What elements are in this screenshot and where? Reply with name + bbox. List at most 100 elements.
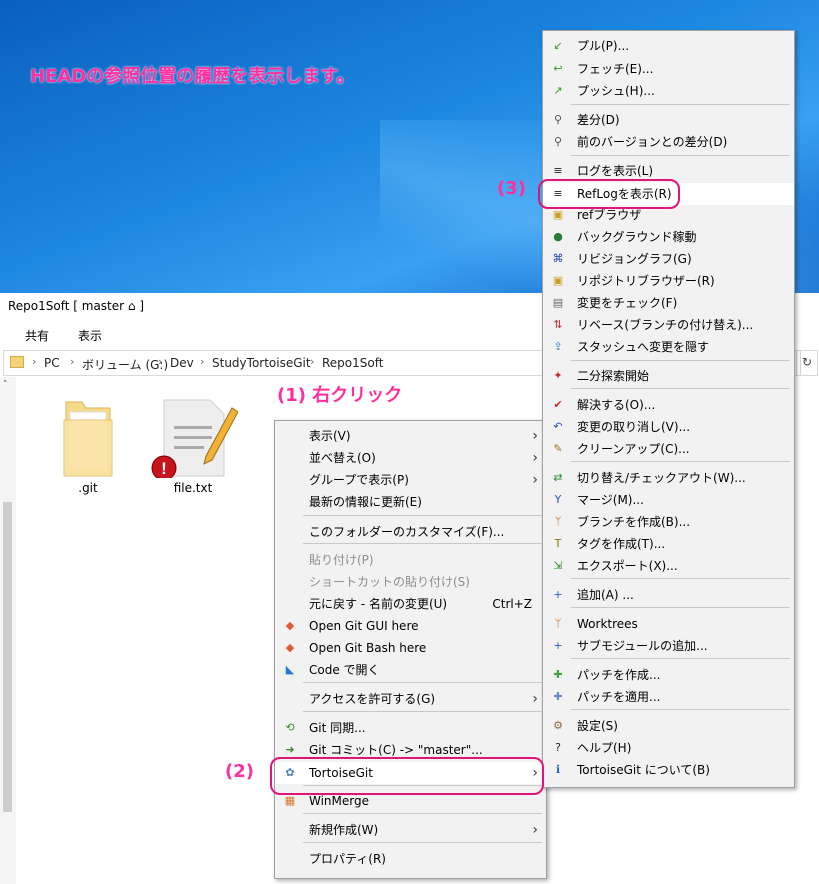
navigation-pane: ˄ bbox=[0, 377, 16, 884]
repo-browser-icon: ▣ bbox=[552, 274, 564, 287]
tortoisegit-menu-item-g[interactable]: ⌘ リビジョングラフ(G) bbox=[543, 248, 794, 270]
breadcrumb-dev[interactable]: Dev bbox=[170, 356, 194, 370]
tortoisegit-menu-item-f[interactable]: ▤ 変更をチェック(F) bbox=[543, 292, 794, 314]
tortoisegit-menu-item-13[interactable]: ⇪ スタッシュへ変更を隠す bbox=[543, 336, 794, 358]
tortoisegit-menu-item-14[interactable]: ✦ 二分探索開始 bbox=[543, 365, 794, 387]
fetch-icon: ↩ bbox=[553, 62, 563, 75]
menu-item-label: 表示(V) bbox=[309, 429, 351, 443]
context-menu-item-r[interactable]: プロパティ(R) bbox=[275, 848, 546, 870]
tortoisegit-menu-item-t[interactable]: T タグを作成(T)... bbox=[543, 533, 794, 555]
log-icon: ≡ bbox=[553, 164, 563, 177]
ribbon-tab-view[interactable]: 表示 bbox=[78, 327, 102, 344]
context-menu-item-u[interactable]: 元に戻す - 名前の変更(U) Ctrl+Z bbox=[275, 593, 546, 615]
context-menu-item-open-git-gui-here[interactable]: ◆ Open Git GUI here bbox=[275, 615, 546, 637]
menu-item-label: 前のバージョンとの差分(D) bbox=[577, 135, 728, 149]
scroll-up-icon[interactable]: ˄ bbox=[3, 380, 8, 390]
tortoisegit-menu-item-a[interactable]: + 追加(A) ... bbox=[543, 584, 794, 606]
annotation-step2: (2) bbox=[225, 761, 254, 782]
context-menu-item-e[interactable]: 最新の情報に更新(E) bbox=[275, 491, 546, 513]
tortoisegit-menu-item-c[interactable]: ✎ クリーンアップ(C)... bbox=[543, 438, 794, 460]
chevron-right-icon: › bbox=[532, 450, 538, 466]
folder-icon bbox=[10, 356, 24, 368]
menu-item-label: ショートカットの貼り付け(S) bbox=[309, 575, 470, 589]
menu-item-label: フェッチ(E)... bbox=[577, 62, 654, 76]
menu-item-label: パッチを適用... bbox=[577, 690, 661, 704]
annotation-step1: (1) 右クリック bbox=[277, 385, 403, 406]
chevron-right-icon: › bbox=[200, 355, 205, 368]
tortoisegit-menu-item-8[interactable]: ● バックグラウンド稼動 bbox=[543, 226, 794, 248]
menu-item-label: パッチを作成... bbox=[577, 668, 661, 682]
diff-icon: ⚲ bbox=[553, 113, 563, 126]
tortoisegit-menu-item-p[interactable]: ↙ プル(P)... bbox=[543, 35, 794, 57]
menu-item-label: 追加(A) ... bbox=[577, 588, 634, 602]
tortoisegit-menu-item-12[interactable]: ⇅ リベース(ブランチの付け替え)... bbox=[543, 314, 794, 336]
tortoisegit-menu-item-m[interactable]: Y マージ(M)... bbox=[543, 489, 794, 511]
tortoisegit-menu-item-v[interactable]: ↶ 変更の取り消し(V)... bbox=[543, 416, 794, 438]
highlight-ring-reflog bbox=[538, 179, 680, 209]
menu-item-label: タグを作成(T)... bbox=[577, 537, 666, 551]
context-menu-item-git[interactable]: ⟲ Git 同期... bbox=[275, 717, 546, 739]
tortoisegit-menu-item-r[interactable]: ▣ リポジトリブラウザー(R) bbox=[543, 270, 794, 292]
menu-item-label: リベース(ブランチの付け替え)... bbox=[577, 318, 754, 332]
tortoisegit-menu-item-x[interactable]: ⇲ エクスポート(X)... bbox=[543, 555, 794, 577]
git-diamond-icon: ◆ bbox=[285, 641, 295, 654]
rebase-icon: ⇅ bbox=[553, 318, 563, 331]
tortoisegit-menu-item-b[interactable]: ᛘ ブランチを作成(B)... bbox=[543, 511, 794, 533]
tortoisegit-menu-item-d[interactable]: ⚲ 差分(D) bbox=[543, 109, 794, 131]
highlight-ring-tortoisegit bbox=[270, 757, 544, 795]
context-menu-item-o[interactable]: 並べ替え(O) › bbox=[275, 447, 546, 469]
context-menu-item-open-git-bash-here[interactable]: ◆ Open Git Bash here bbox=[275, 637, 546, 659]
tortoisegit-menu-item-h[interactable]: ? ヘルプ(H) bbox=[543, 737, 794, 759]
menu-item-label: スタッシュへ変更を隠す bbox=[577, 340, 710, 354]
context-menu-item-f[interactable]: このフォルダーのカスタマイズ(F)... bbox=[275, 521, 546, 543]
tortoisegit-menu-item-w[interactable]: ⇄ 切り替え/チェックアウト(W)... bbox=[543, 467, 794, 489]
breadcrumb-pc[interactable]: PC bbox=[44, 356, 60, 370]
menu-separator bbox=[303, 842, 542, 843]
push-icon: ↗ bbox=[553, 84, 563, 97]
file-item-git[interactable]: .git bbox=[48, 398, 128, 495]
menu-item-label: 元に戻す - 名前の変更(U) bbox=[309, 597, 448, 611]
chevron-right-icon: › bbox=[158, 355, 163, 368]
context-menu-item-v[interactable]: 表示(V) › bbox=[275, 425, 546, 447]
tortoisegit-menu-item-h[interactable]: ↗ プッシュ(H)... bbox=[543, 80, 794, 102]
menu-item-label: Open Git GUI here bbox=[309, 619, 419, 633]
context-menu-item-w[interactable]: 新規作成(W) › bbox=[275, 819, 546, 841]
menu-item-label: グループで表示(P) bbox=[309, 473, 409, 487]
tortoisegit-menu-item-25[interactable]: + サブモジュールの追加... bbox=[543, 635, 794, 657]
menu-separator bbox=[571, 709, 790, 710]
tortoisegit-submenu: ↙ プル(P)... ↩ フェッチ(E)... ↗ プッシュ(H)... ⚲ 差分(D) ⚲ 前の… bbox=[542, 30, 795, 788]
check-icon: ▤ bbox=[552, 296, 564, 309]
tortoisegit-menu-item-tortoisegit-b[interactable]: ℹ TortoiseGit について(B) bbox=[543, 759, 794, 781]
file-item-file-txt[interactable]: ! file.txt bbox=[148, 398, 239, 495]
tortoisegit-menu-item-o[interactable]: ✔ 解決する(O)... bbox=[543, 394, 794, 416]
scrollbar[interactable] bbox=[3, 502, 12, 812]
cleanup-icon: ✎ bbox=[553, 442, 563, 455]
tortoisegit-menu-item-26[interactable]: ✚ パッチを作成... bbox=[543, 664, 794, 686]
shortcut-label: Ctrl+Z bbox=[492, 597, 532, 611]
chevron-right-icon: › bbox=[32, 355, 37, 368]
folder-icon bbox=[63, 401, 113, 477]
ribbon-tab-share[interactable]: 共有 bbox=[25, 327, 49, 344]
breadcrumb-volume[interactable]: ボリューム (G:) bbox=[82, 356, 168, 373]
breadcrumb-repo1soft[interactable]: Repo1Soft bbox=[322, 356, 383, 370]
context-menu: 表示(V) › 並べ替え(O) › グループで表示(P) › 最新の情報に更新(E) このフォ… bbox=[274, 420, 547, 879]
context-menu-item-p[interactable]: グループで表示(P) › bbox=[275, 469, 546, 491]
context-menu-item-g[interactable]: アクセスを許可する(G) › bbox=[275, 688, 546, 710]
patch-apply-icon: ✚ bbox=[553, 690, 563, 703]
menu-separator bbox=[571, 461, 790, 462]
breadcrumb-studytortoisegit[interactable]: StudyTortoiseGit bbox=[212, 356, 311, 370]
context-menu-item-code[interactable]: ◣ Code で開く bbox=[275, 659, 546, 681]
tortoisegit-menu-item-worktrees[interactable]: ᛘ Worktrees bbox=[543, 613, 794, 635]
menu-item-label: リビジョングラフ(G) bbox=[577, 252, 692, 266]
menu-separator bbox=[571, 155, 790, 156]
sync-icon: ⟲ bbox=[285, 721, 295, 734]
menu-separator bbox=[303, 813, 542, 814]
tortoisegit-menu-item-s[interactable]: ⚙ 設定(S) bbox=[543, 715, 794, 737]
globe-icon: ● bbox=[553, 230, 563, 243]
tortoisegit-menu-item-d[interactable]: ⚲ 前のバージョンとの差分(D) bbox=[543, 131, 794, 153]
menu-separator bbox=[303, 711, 542, 712]
tortoisegit-menu-item-27[interactable]: ✚ パッチを適用... bbox=[543, 686, 794, 708]
menu-item-label: Open Git Bash here bbox=[309, 641, 427, 655]
refresh-button[interactable]: ↻ bbox=[796, 350, 818, 376]
tortoisegit-menu-item-e[interactable]: ↩ フェッチ(E)... bbox=[543, 58, 794, 80]
